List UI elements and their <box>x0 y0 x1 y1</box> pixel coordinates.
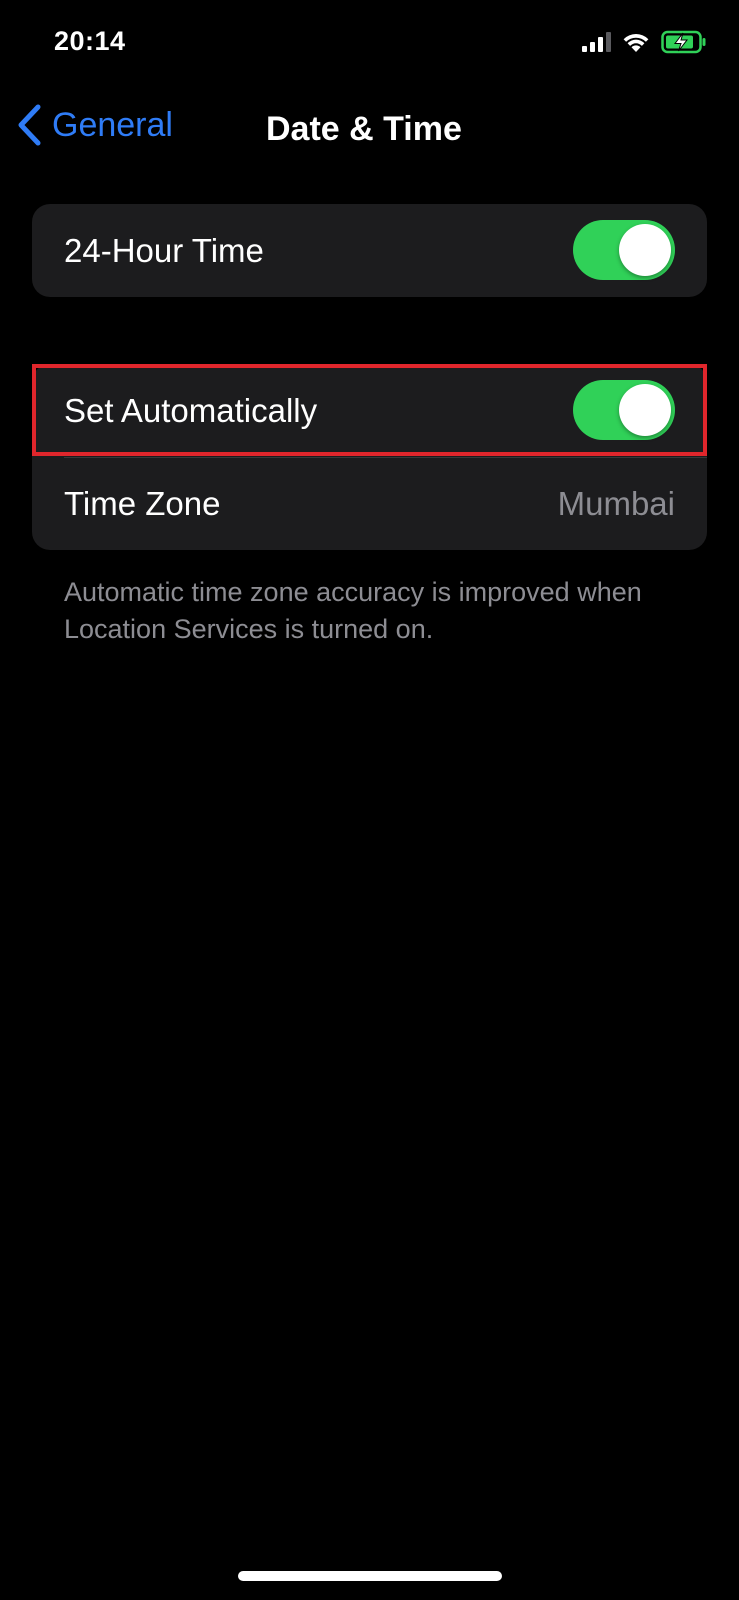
cellular-signal-icon <box>582 32 611 52</box>
home-indicator[interactable] <box>238 1571 502 1581</box>
time-zone-value: Mumbai <box>557 484 675 522</box>
row-time-zone[interactable]: Time Zone Mumbai <box>32 457 707 550</box>
row-24-hour-time: 24-Hour Time <box>32 204 707 297</box>
row-label: 24-Hour Time <box>64 231 264 269</box>
back-button[interactable]: General <box>16 104 173 146</box>
status-time: 20:14 <box>54 26 126 56</box>
row-set-automatically: Set Automatically <box>32 364 707 457</box>
status-icons <box>582 30 707 54</box>
row-label: Set Automatically <box>64 391 318 429</box>
toggle-knob <box>619 224 671 276</box>
footnote-text: Automatic time zone accuracy is improved… <box>64 577 642 644</box>
status-bar: 20:14 <box>0 0 739 90</box>
battery-charging-icon <box>661 30 706 54</box>
settings-group-24hour: 24-Hour Time <box>32 204 707 297</box>
toggle-24-hour-time[interactable] <box>573 220 675 280</box>
chevron-left-icon <box>18 104 41 146</box>
row-label: Time Zone <box>64 484 221 522</box>
page-title: Date & Time <box>266 110 462 148</box>
toggle-set-automatically[interactable] <box>573 380 675 440</box>
back-label: General <box>52 105 173 144</box>
wifi-icon <box>623 34 649 52</box>
toggle-knob <box>619 384 671 436</box>
settings-group-automatic: Set Automatically Time Zone Mumbai <box>32 364 707 550</box>
navigation-bar: General Date & Time <box>0 96 739 160</box>
